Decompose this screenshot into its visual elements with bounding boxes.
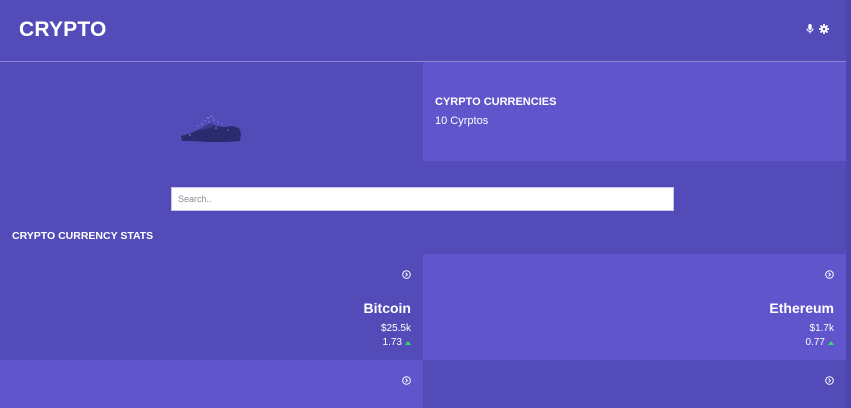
app-header: CRYPTO [0,0,846,62]
hero-illustration-panel [0,62,423,162]
search-box [171,187,674,211]
coin-change-value: 0.77 [805,337,825,348]
coin-name: Ethereum [769,300,834,316]
summary-count: 10 Cyrptos [435,115,489,127]
trend-up-icon [405,340,411,345]
search-input[interactable] [172,188,673,210]
coin-card-4[interactable] [423,360,846,408]
coin-change: 1.73 [383,337,411,348]
brand-title[interactable]: CRYPTO [19,18,107,42]
page-scrollbar[interactable] [846,0,851,408]
stats-section-title: CRYPTO CURRENCY STATS [12,230,154,242]
coin-change-value: 1.73 [382,337,402,348]
crypto-illustration [178,114,242,149]
arrow-circle-icon[interactable] [825,266,834,279]
microphone-icon[interactable] [806,24,814,34]
coin-price: $25.5k [380,323,411,334]
summary-title: CYRPTO CURRENCIES [435,96,557,108]
gear-icon[interactable] [819,24,829,34]
crypto-summary-panel: CYRPTO CURRENCIES 10 Cyrptos [423,62,846,161]
arrow-circle-icon[interactable] [825,372,834,385]
coin-card-bitcoin[interactable]: Bitcoin $25.5k 1.73 [0,254,423,360]
coin-price: $1.7k [809,323,834,334]
coin-change: 0.77 [806,337,834,348]
coin-card-ethereum[interactable]: Ethereum $1.7k 0.77 [423,254,846,360]
coin-name: Bitcoin [363,300,411,316]
coin-card-3[interactable] [0,360,423,408]
app-page: CRYPTO CYRPTO CURRENCIES 10 Cyrptos Sear… [0,0,846,408]
header-actions [806,24,829,34]
trend-up-icon [828,340,834,345]
arrow-circle-icon[interactable] [402,372,411,385]
arrow-circle-icon[interactable] [402,266,411,279]
